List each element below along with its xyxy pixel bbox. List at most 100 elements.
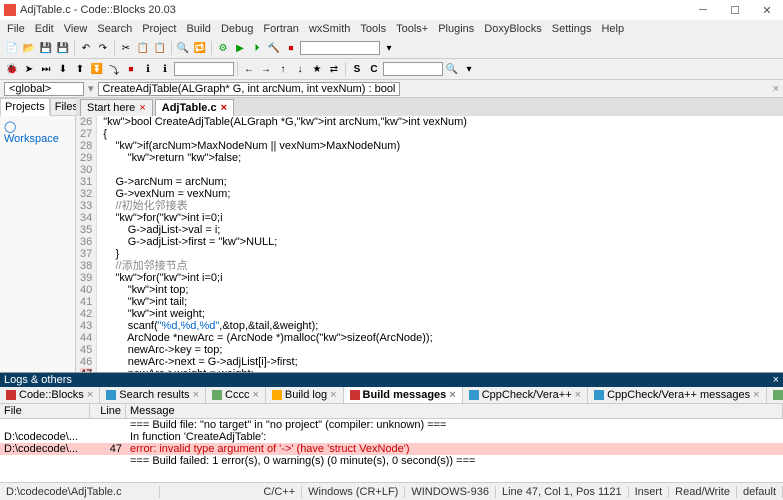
close-icon[interactable]: ×	[753, 389, 759, 401]
menu-search[interactable]: Search	[92, 21, 137, 37]
menu-settings[interactable]: Settings	[547, 21, 597, 37]
code-editor[interactable]: 2627282930313233343536373839404142434445…	[76, 116, 783, 372]
debug-windows-icon[interactable]: ℹ	[140, 61, 156, 77]
rebuild-icon[interactable]: 🔨	[266, 40, 282, 56]
target-dropdown-icon[interactable]: ▾	[381, 40, 397, 56]
jump-up-icon[interactable]: ↑	[275, 61, 291, 77]
next-line-icon[interactable]: ⏭	[38, 61, 54, 77]
run-to-cursor-icon[interactable]: ➤	[21, 61, 37, 77]
log-tab-2[interactable]: Cccc×	[206, 387, 266, 403]
workspace-label[interactable]: Workspace	[4, 133, 59, 145]
close-icon[interactable]: ×	[193, 389, 199, 401]
menu-plugins[interactable]: Plugins	[433, 21, 479, 37]
scope-close-icon[interactable]: ×	[773, 83, 779, 95]
menu-tools+[interactable]: Tools+	[391, 21, 433, 37]
search-icon[interactable]: 🔍	[444, 61, 460, 77]
redo-icon[interactable]: ↷	[95, 40, 111, 56]
log-tab-0[interactable]: Code::Blocks×	[0, 387, 100, 403]
close-icon[interactable]: ×	[252, 389, 258, 401]
step-into-icon[interactable]: ⬇	[55, 61, 71, 77]
tab-icon	[106, 390, 116, 400]
status-eol: Windows (CR+LF)	[302, 486, 405, 498]
logs-panel: Logs & others × Code::Blocks×Search resu…	[0, 372, 783, 482]
log-tab-1[interactable]: Search results×	[100, 387, 206, 403]
next-instr-icon[interactable]: ⏬	[89, 61, 105, 77]
log-tab-6[interactable]: CppCheck/Vera++ messages×	[588, 387, 767, 403]
nav-forward-icon[interactable]: →	[258, 61, 274, 77]
status-encoding: WINDOWS-936	[405, 486, 496, 498]
col-message[interactable]: Message	[126, 404, 783, 418]
new-file-icon[interactable]: 📄	[4, 40, 20, 56]
info-icon[interactable]: ℹ	[157, 61, 173, 77]
jump-down-icon[interactable]: ↓	[292, 61, 308, 77]
tab-icon	[469, 390, 479, 400]
quick-search-input[interactable]	[383, 62, 443, 76]
letter-c-icon[interactable]: C	[366, 61, 382, 77]
menu-wxsmith[interactable]: wxSmith	[304, 21, 356, 37]
menu-bar: FileEditViewSearchProjectBuildDebugFortr…	[0, 20, 783, 38]
close-icon[interactable]: ×	[330, 389, 336, 401]
menu-debug[interactable]: Debug	[216, 21, 258, 37]
logs-close-icon[interactable]: ×	[773, 374, 779, 386]
minimize-button[interactable]: ─	[691, 2, 715, 18]
debug-icon[interactable]: 🐞	[4, 61, 20, 77]
toggle-icon[interactable]: ⇄	[326, 61, 342, 77]
close-icon[interactable]: ×	[139, 102, 145, 114]
close-icon[interactable]: ×	[87, 389, 93, 401]
log-tab-3[interactable]: Build log×	[266, 387, 344, 403]
menu-edit[interactable]: Edit	[30, 21, 59, 37]
menu-fortran[interactable]: Fortran	[258, 21, 303, 37]
close-icon[interactable]: ×	[221, 102, 227, 114]
letter-s-icon[interactable]: S	[349, 61, 365, 77]
scope-global[interactable]: <global>	[4, 82, 84, 96]
bookmark-icon[interactable]: ★	[309, 61, 325, 77]
debug-select[interactable]	[174, 62, 234, 76]
close-icon[interactable]: ×	[449, 389, 455, 401]
col-file[interactable]: File	[0, 404, 90, 418]
step-instr-icon[interactable]: ⤵	[106, 61, 122, 77]
build-message-row[interactable]: D:\codecode\...47error: invalid type arg…	[0, 443, 783, 455]
log-tab-7[interactable]: Cscope×	[767, 387, 783, 403]
nav-back-icon[interactable]: ←	[241, 61, 257, 77]
copy-icon[interactable]: 📋	[135, 40, 151, 56]
build-target-select[interactable]	[300, 41, 380, 55]
close-button[interactable]: ✕	[755, 2, 779, 18]
log-tab-4[interactable]: Build messages×	[344, 387, 463, 403]
tab-icon	[272, 390, 282, 400]
build-run-icon[interactable]: ⏵	[249, 40, 265, 56]
undo-icon[interactable]: ↶	[78, 40, 94, 56]
open-file-icon[interactable]: 📂	[21, 40, 37, 56]
cut-icon[interactable]: ✂	[118, 40, 134, 56]
projects-tab[interactable]: Projects	[0, 98, 50, 116]
search-dropdown-icon[interactable]: ▾	[461, 61, 477, 77]
find-icon[interactable]: 🔍	[175, 40, 191, 56]
build-message-row[interactable]: D:\codecode\...In function 'CreateAdjTab…	[0, 431, 783, 443]
menu-help[interactable]: Help	[596, 21, 629, 37]
build-icon[interactable]: ⚙	[215, 40, 231, 56]
paste-icon[interactable]: 📋	[152, 40, 168, 56]
menu-project[interactable]: Project	[137, 21, 181, 37]
status-default: default	[737, 486, 783, 498]
save-icon[interactable]: 💾	[38, 40, 54, 56]
menu-file[interactable]: File	[2, 21, 30, 37]
replace-icon[interactable]: 🔁	[192, 40, 208, 56]
maximize-button[interactable]: ☐	[723, 2, 747, 18]
close-icon[interactable]: ×	[575, 389, 581, 401]
stop-debug-icon[interactable]: ⏹	[123, 61, 139, 77]
save-all-icon[interactable]: 💾	[55, 40, 71, 56]
run-icon[interactable]: ▶	[232, 40, 248, 56]
start-here-tab[interactable]: Start here×	[80, 99, 153, 116]
file-tab[interactable]: AdjTable.c×	[155, 99, 234, 116]
build-message-row[interactable]: === Build file: "no target" in "no proje…	[0, 419, 783, 431]
col-line[interactable]: Line	[90, 404, 126, 418]
build-message-row[interactable]: === Build failed: 1 error(s), 0 warning(…	[0, 455, 783, 467]
log-tab-5[interactable]: CppCheck/Vera++×	[463, 387, 588, 403]
abort-icon[interactable]: ⏹	[283, 40, 299, 56]
menu-doxyblocks[interactable]: DoxyBlocks	[479, 21, 546, 37]
toolbar-row-2: 🐞 ➤ ⏭ ⬇ ⬆ ⏬ ⤵ ⏹ ℹ ℹ ← → ↑ ↓ ★ ⇄ S C 🔍 ▾	[0, 59, 783, 80]
menu-tools[interactable]: Tools	[355, 21, 391, 37]
step-out-icon[interactable]: ⬆	[72, 61, 88, 77]
menu-build[interactable]: Build	[181, 21, 215, 37]
scope-function[interactable]: CreateAdjTable(ALGraph* G, int arcNum, i…	[98, 82, 401, 96]
menu-view[interactable]: View	[59, 21, 93, 37]
